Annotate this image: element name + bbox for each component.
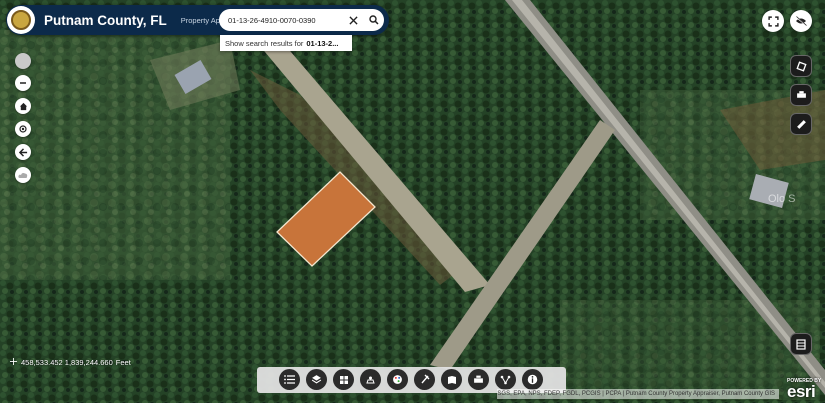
aerial-map[interactable] [0, 0, 825, 403]
search-suggestion[interactable]: Show search results for 01-13-2... [220, 35, 352, 51]
select-icon[interactable] [360, 369, 381, 390]
crosshair-icon [10, 358, 17, 367]
layers-icon[interactable] [306, 369, 327, 390]
list-icon[interactable] [279, 369, 300, 390]
app-header: Putnam County, FL Property Appraiser [6, 5, 389, 35]
info-icon[interactable] [522, 369, 543, 390]
search-input[interactable] [228, 15, 340, 25]
app-title: Putnam County, FL [44, 12, 167, 28]
palette-icon[interactable] [387, 369, 408, 390]
share-icon[interactable] [495, 369, 516, 390]
measure-icon[interactable] [790, 113, 812, 135]
back-icon[interactable] [15, 144, 31, 160]
clear-icon[interactable] [344, 11, 362, 29]
map-watermark-text: Olo S [768, 193, 796, 205]
fullscreen-icon[interactable] [762, 10, 784, 32]
search-icon[interactable] [365, 11, 383, 29]
cloud-icon[interactable] [15, 167, 31, 183]
hide-icon[interactable] [790, 10, 812, 32]
county-seal-icon[interactable] [7, 6, 35, 34]
locate-icon[interactable] [15, 121, 31, 137]
zoom-out-icon[interactable] [15, 75, 31, 91]
print-icon[interactable] [790, 84, 812, 106]
search-box [219, 9, 384, 31]
coordinate-unit: Feet [115, 358, 131, 367]
coordinate-value: 458,533.452 1,839,244.660 [21, 358, 113, 367]
map-attribution: FDOT, Esri, HERE, Garmin, USGS, EPA, NPS… [497, 389, 779, 399]
print-icon[interactable] [468, 369, 489, 390]
suggestion-value: 01-13-2... [306, 38, 339, 48]
draw-icon[interactable] [414, 369, 435, 390]
layer-toggle-icon[interactable] [790, 55, 812, 77]
esri-wordmark: esri [787, 382, 816, 401]
home-icon[interactable] [15, 98, 31, 114]
grid-icon[interactable] [333, 369, 354, 390]
suggestion-prefix: Show search results for [225, 38, 304, 48]
coordinate-readout: 458,533.452 1,839,244.660 Feet [10, 358, 131, 367]
bookmark-icon[interactable] [441, 369, 462, 390]
basemap-circle-icon[interactable] [15, 53, 31, 69]
table-icon[interactable] [790, 333, 812, 355]
